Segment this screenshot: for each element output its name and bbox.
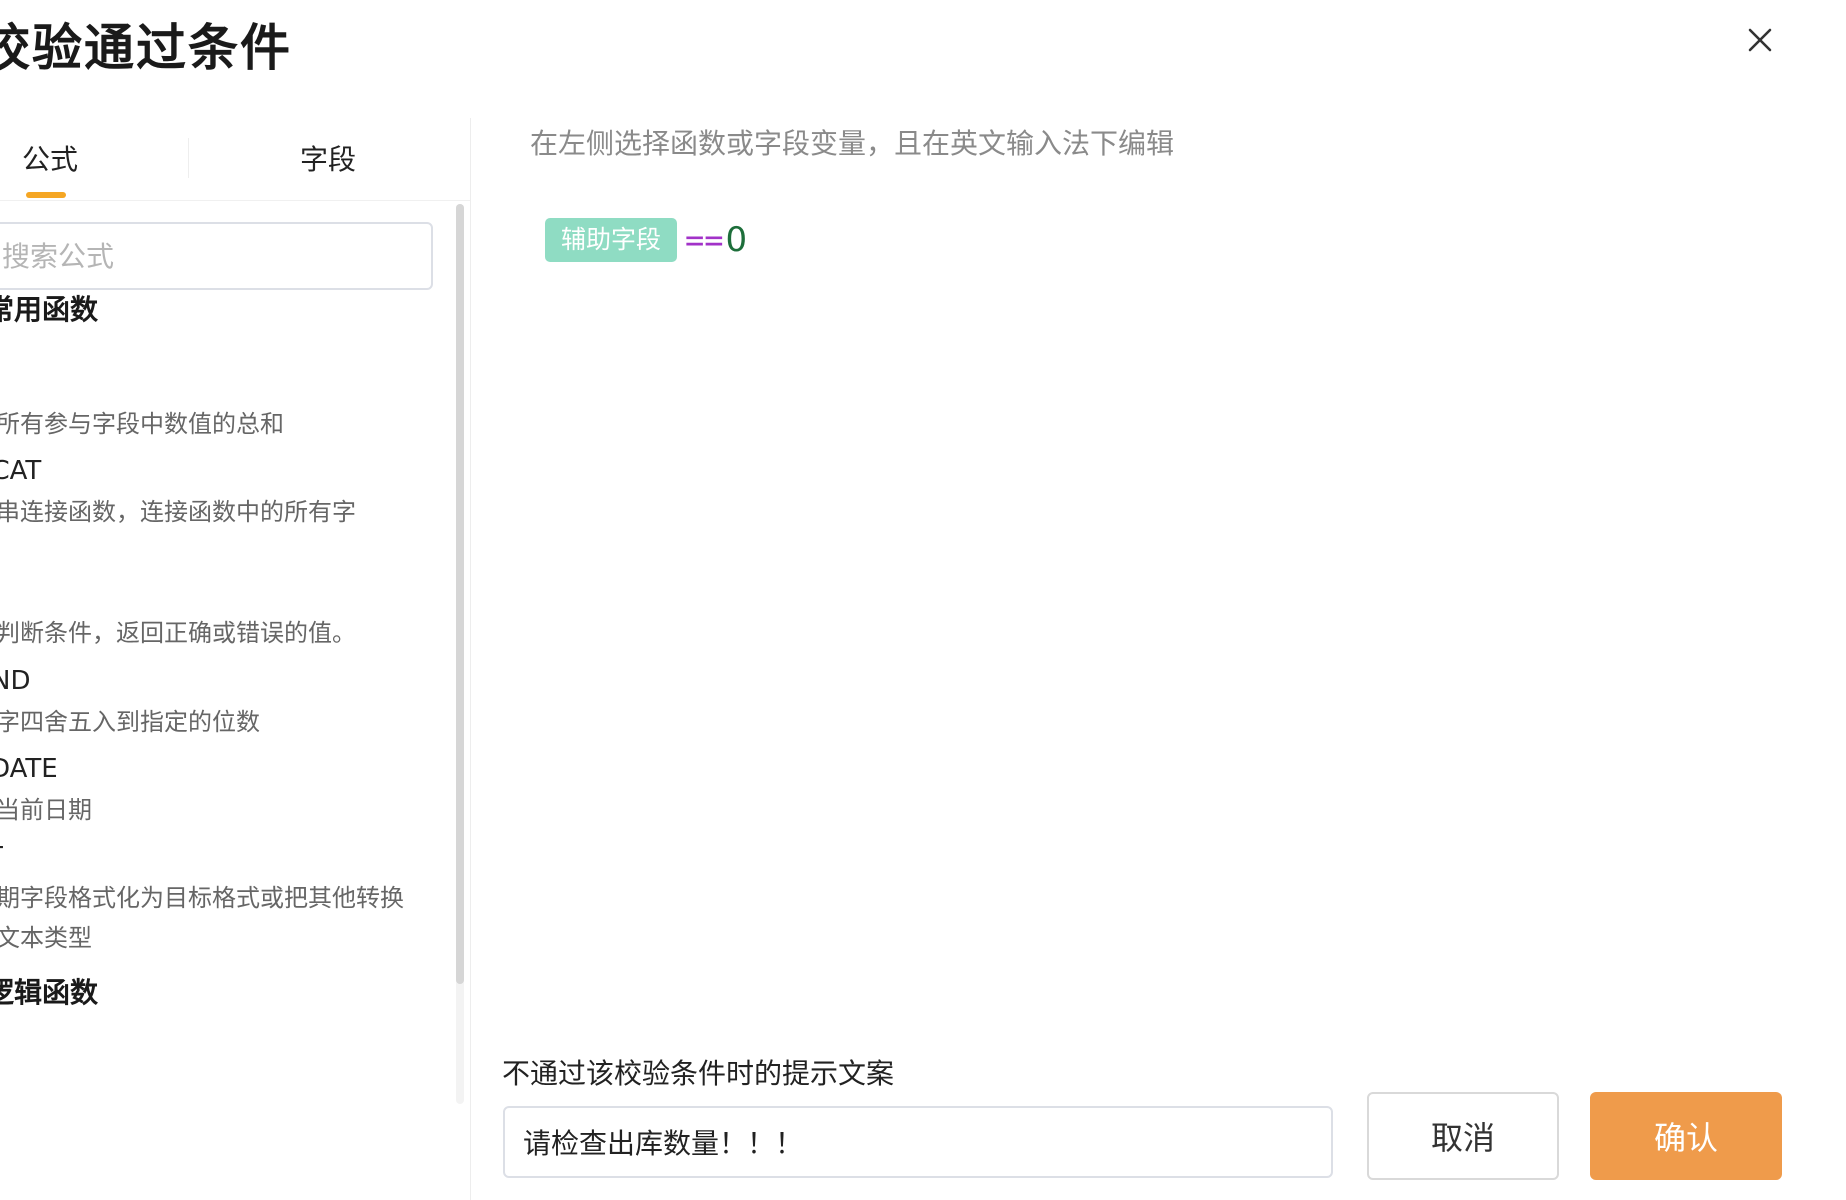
- function-desc: 据判断条件，返回正确或错误的值。: [0, 619, 356, 647]
- function-item-curdate[interactable]: RDATE 回当前日期: [0, 750, 412, 830]
- panel-tabs: 公式 字段: [0, 118, 470, 201]
- prompt-input[interactable]: [503, 1106, 1333, 1178]
- confirm-button[interactable]: 确认: [1590, 1092, 1782, 1180]
- formula-editor[interactable]: 辅助字段 == 0: [545, 215, 747, 265]
- cancel-button[interactable]: 取消: [1367, 1092, 1559, 1180]
- function-desc: 日期字段格式化为目标格式或把其他转换为文本类型: [0, 884, 404, 952]
- formula-operator: ==: [685, 221, 724, 259]
- tab-field[interactable]: 字段: [300, 138, 356, 178]
- function-desc: 数字四舍五入到指定的位数: [0, 708, 260, 736]
- function-name: M: [0, 364, 412, 402]
- function-desc: 回所有参与字段中数值的总和: [0, 410, 284, 438]
- function-item-concat[interactable]: NCAT 符串连接函数，连接函数中的所有字: [0, 452, 412, 532]
- formula-search-input[interactable]: [0, 222, 433, 290]
- field-tag[interactable]: 辅助字段: [545, 218, 678, 262]
- formula-value: 0: [725, 220, 748, 260]
- function-item-text[interactable]: KT 日期字段格式化为目标格式或把其他转换为文本类型: [0, 838, 412, 958]
- close-icon: [1748, 28, 1772, 52]
- dialog-title: 校验通过条件: [0, 19, 292, 77]
- tab-divider: [188, 138, 189, 178]
- function-desc: 符串连接函数，连接函数中的所有字: [0, 498, 356, 526]
- function-name: NCAT: [0, 456, 42, 486]
- editor-hint: 在左侧选择函数或字段变量，且在英文输入法下编辑: [530, 127, 1175, 160]
- function-name: KT: [0, 838, 412, 876]
- function-panel: 公式 字段 常用函数 M 回所有参与字段中数值的总和 NCAT 符串连接函数，连…: [0, 118, 471, 1200]
- function-name: RDATE: [0, 754, 58, 784]
- function-name: [0, 573, 412, 611]
- prompt-label: 不通过该校验条件时的提示文案: [502, 1057, 895, 1090]
- group-title-common: 常用函数: [0, 293, 99, 326]
- function-desc: 回当前日期: [0, 796, 92, 824]
- function-item-round[interactable]: UND 数字四舍五入到指定的位数: [0, 662, 412, 742]
- function-item-if[interactable]: 据判断条件，返回正确或错误的值。: [0, 573, 412, 653]
- tab-formula[interactable]: 公式: [22, 138, 78, 178]
- active-tab-indicator: [26, 192, 66, 198]
- scrollbar-thumb[interactable]: [456, 204, 464, 984]
- function-item-sum[interactable]: M 回所有参与字段中数值的总和: [0, 364, 412, 444]
- group-title-logic: 逻辑函数: [0, 976, 99, 1009]
- function-name: UND: [0, 666, 31, 696]
- close-button[interactable]: [1740, 20, 1780, 60]
